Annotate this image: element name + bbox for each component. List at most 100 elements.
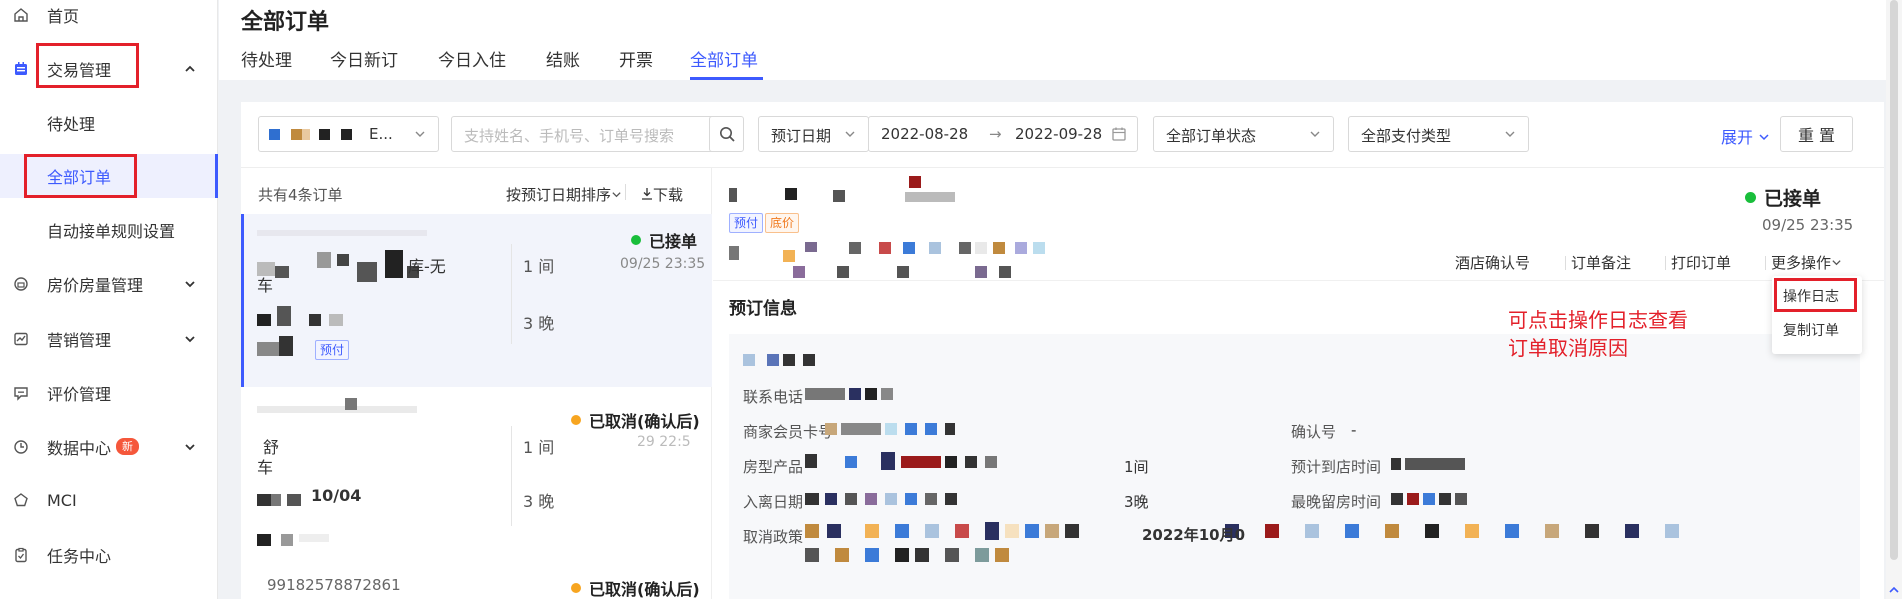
pentagon-icon: [12, 491, 30, 509]
divider: [1765, 256, 1766, 270]
highlight-box-all-orders: [24, 154, 137, 198]
sidebar-subitem-label: 自动接单规则设置: [47, 222, 176, 241]
more-actions-button[interactable]: 更多操作: [1771, 252, 1842, 273]
scrollbar-thumb[interactable]: [1890, 0, 1898, 560]
download-icon: [642, 188, 652, 200]
search-placeholder: 支持姓名、手机号、订单号搜索: [464, 127, 675, 145]
download-button[interactable]: 下载: [641, 184, 683, 205]
divider: [625, 184, 626, 200]
date-range-picker[interactable]: 2022-08-28 → 2022-09-28: [868, 116, 1138, 152]
search-icon: [720, 127, 735, 142]
clock-icon: [12, 438, 30, 456]
sidebar-item-reviews[interactable]: 评价管理: [0, 372, 218, 414]
redacted-arrival-time: [1391, 458, 1481, 472]
order-nights: 3 晚: [523, 314, 555, 333]
order-list-item[interactable]: 99182578872861 已取消(确认后): [241, 568, 712, 599]
page-scrollbar[interactable]: [1886, 0, 1902, 599]
sidebar-item-label: 数据中心: [47, 439, 112, 458]
divider: [1665, 256, 1666, 270]
redacted-member-card: [825, 423, 965, 437]
hotel-select[interactable]: E...: [258, 116, 439, 152]
calendar-icon: [12, 60, 30, 78]
arrival-time-label: 预计到店时间: [1291, 458, 1382, 476]
expand-link[interactable]: 展开: [1721, 124, 1770, 148]
highlight-box-trade: [36, 43, 139, 88]
latest-hold-label: 最晚留房时间: [1291, 493, 1382, 511]
sidebar-subitem-auto-accept[interactable]: 自动接单规则设置: [0, 208, 218, 252]
redacted-guest-name: [743, 354, 833, 368]
active-tab-indicator: [690, 77, 763, 80]
redacted-phone: [805, 388, 925, 402]
tab-checkout[interactable]: 结账: [546, 46, 580, 71]
sidebar-item-marketing[interactable]: 营销管理: [0, 318, 218, 360]
pay-type-value: 全部支付类型: [1361, 127, 1452, 145]
date-start: 2022-08-28: [881, 125, 969, 143]
order-list-item[interactable]: 库-无 车 1 间 3 晚 预付 已接单 09/25 23:35: [241, 214, 712, 387]
download-label: 下载: [653, 186, 684, 204]
phone-label: 联系电话: [743, 388, 804, 406]
date-range-arrow: →: [989, 125, 1002, 143]
search-button[interactable]: [709, 116, 744, 152]
order-rooms: 1 间: [523, 438, 555, 457]
room-product-label: 房型产品: [743, 458, 804, 476]
order-note-button[interactable]: 订单备注: [1571, 252, 1631, 273]
divider: [511, 244, 512, 344]
sidebar-subitem-pending[interactable]: 待处理: [0, 101, 218, 145]
chevron-down-icon: [845, 131, 855, 137]
redacted-latest-hold: [1391, 493, 1481, 507]
order-room-text: 库-无: [408, 257, 446, 276]
calendar-icon: [1112, 127, 1126, 141]
sidebar-item-label: 评价管理: [47, 385, 112, 404]
sidebar-item-room-price[interactable]: 房价房量管理: [0, 263, 218, 305]
filter-bar: E... 支持姓名、手机号、订单号搜索 预订日期 2022-08-28 → 20…: [241, 102, 1884, 168]
chevron-down-icon: [1832, 260, 1841, 266]
order-list: 共有4条订单 按预订日期排序 下载 库-无 车 1 间 3 晚 预付 已接单 0…: [241, 168, 712, 599]
order-room-text-overflow: 车: [257, 458, 274, 477]
divider: [713, 280, 1884, 281]
sidebar-item-home[interactable]: 首页: [0, 0, 218, 36]
sidebar-item-tasks[interactable]: 任务中心: [0, 534, 218, 576]
detail-status-text: 已接单: [1764, 188, 1822, 210]
sidebar-item-mci[interactable]: MCI: [0, 479, 218, 521]
sort-select[interactable]: 按预订日期排序: [506, 184, 622, 205]
reset-button[interactable]: 重 置: [1780, 116, 1853, 152]
sidebar-item-label: 房价房量管理: [47, 276, 144, 295]
divider: [511, 426, 512, 526]
status-dot-orange: [571, 415, 581, 425]
chevron-down-icon: [185, 336, 195, 343]
hotel-confirm-no-button[interactable]: 酒店确认号: [1455, 252, 1530, 273]
tab-today-checkin[interactable]: 今日入住: [438, 46, 506, 71]
order-status-select[interactable]: 全部订单状态: [1153, 116, 1334, 152]
chevron-down-icon: [612, 192, 621, 198]
print-order-button[interactable]: 打印订单: [1671, 252, 1731, 273]
chevron-down-icon: [185, 444, 195, 451]
order-date: 10/04: [311, 486, 362, 505]
cancel-policy-date: 2022年10月0: [1142, 526, 1246, 544]
stay-dates-label: 入离日期: [743, 493, 804, 511]
sort-label: 按预订日期排序: [506, 186, 612, 204]
page-header: 全部订单 待处理 今日新订 今日入住 结账 开票 全部订单: [219, 0, 1902, 80]
chevron-down-icon: [1505, 131, 1515, 137]
tab-today-new[interactable]: 今日新订: [330, 46, 398, 71]
sidebar-item-label: 营销管理: [47, 331, 112, 350]
detail-status: 已接单: [1745, 184, 1821, 211]
sidebar: 首页 交易管理 待处理 全部订单 自动接单规则设置 房价房量管理 营销管理 评价…: [0, 0, 218, 599]
date-type-select[interactable]: 预订日期: [758, 116, 869, 152]
order-count: 共有4条订单: [258, 186, 343, 204]
order-status: 已取消(确认后): [571, 576, 700, 599]
order-rooms: 1 间: [523, 257, 555, 276]
redacted-order-info: [257, 398, 477, 546]
tab-invoice[interactable]: 开票: [619, 46, 653, 71]
home-icon: [12, 6, 30, 24]
order-list-item[interactable]: 舒 车 1 间 3 晚 10/04 已取消(确认后) 29 22:5: [241, 396, 712, 568]
menu-item-copy-order[interactable]: 复制订单: [1783, 320, 1839, 340]
pay-type-select[interactable]: 全部支付类型: [1348, 116, 1529, 152]
search-input[interactable]: 支持姓名、手机号、订单号搜索: [451, 116, 737, 152]
chevron-up-icon[interactable]: [1888, 584, 1900, 596]
order-detail: 预付 底价 已接单 09/25 23:35 酒店确认号 订单备注 打印订单 更多…: [713, 168, 1884, 599]
tab-all-orders[interactable]: 全部订单: [690, 46, 758, 71]
sidebar-item-data-center[interactable]: 数据中心 新: [0, 426, 218, 468]
divider: [1565, 256, 1566, 270]
tab-pending[interactable]: 待处理: [241, 46, 292, 71]
chevron-down-icon: [185, 281, 195, 288]
